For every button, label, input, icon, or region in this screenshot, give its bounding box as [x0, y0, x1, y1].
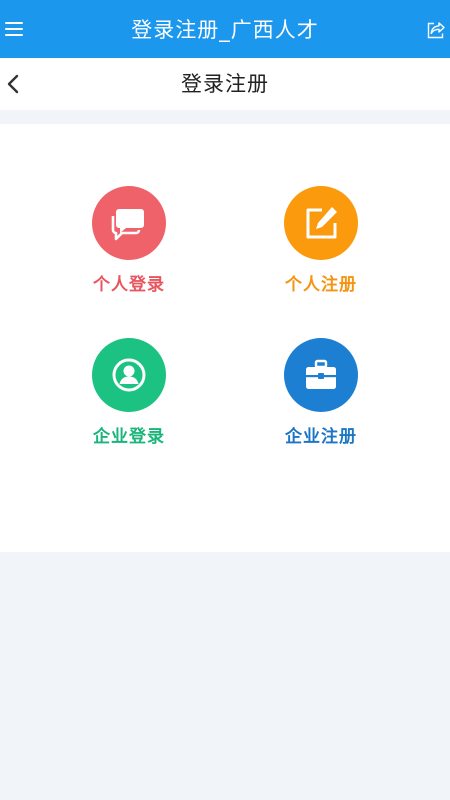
enterprise-register-option[interactable]: 企业注册 [251, 338, 391, 458]
chat-bubbles-icon [111, 209, 144, 241]
login-register-panel: 个人登录 个人注册 企业登录 企业注册 [0, 124, 450, 552]
page-title: 登录注册 [181, 72, 269, 96]
nav-bar: 登录注册 [0, 58, 450, 110]
personal-register-option[interactable]: 个人注册 [251, 186, 391, 306]
enterprise-login-circle [92, 338, 166, 412]
personal-register-circle [284, 186, 358, 260]
share-icon[interactable] [426, 20, 446, 40]
personal-register-label: 个人注册 [285, 275, 357, 295]
enterprise-login-option[interactable]: 企业登录 [59, 338, 199, 458]
window-title: 登录注册_广西人才 [131, 18, 319, 42]
enterprise-register-circle [284, 338, 358, 412]
personal-login-label: 个人登录 [93, 275, 165, 295]
enterprise-login-label: 企业登录 [93, 427, 165, 447]
personal-login-option[interactable]: 个人登录 [59, 186, 199, 306]
personal-login-circle [92, 186, 166, 260]
edit-document-icon [306, 207, 337, 239]
enterprise-register-label: 企业注册 [285, 427, 357, 447]
app-bar: 登录注册_广西人才 [0, 0, 450, 58]
user-avatar-icon [112, 358, 146, 392]
briefcase-icon [306, 359, 336, 389]
